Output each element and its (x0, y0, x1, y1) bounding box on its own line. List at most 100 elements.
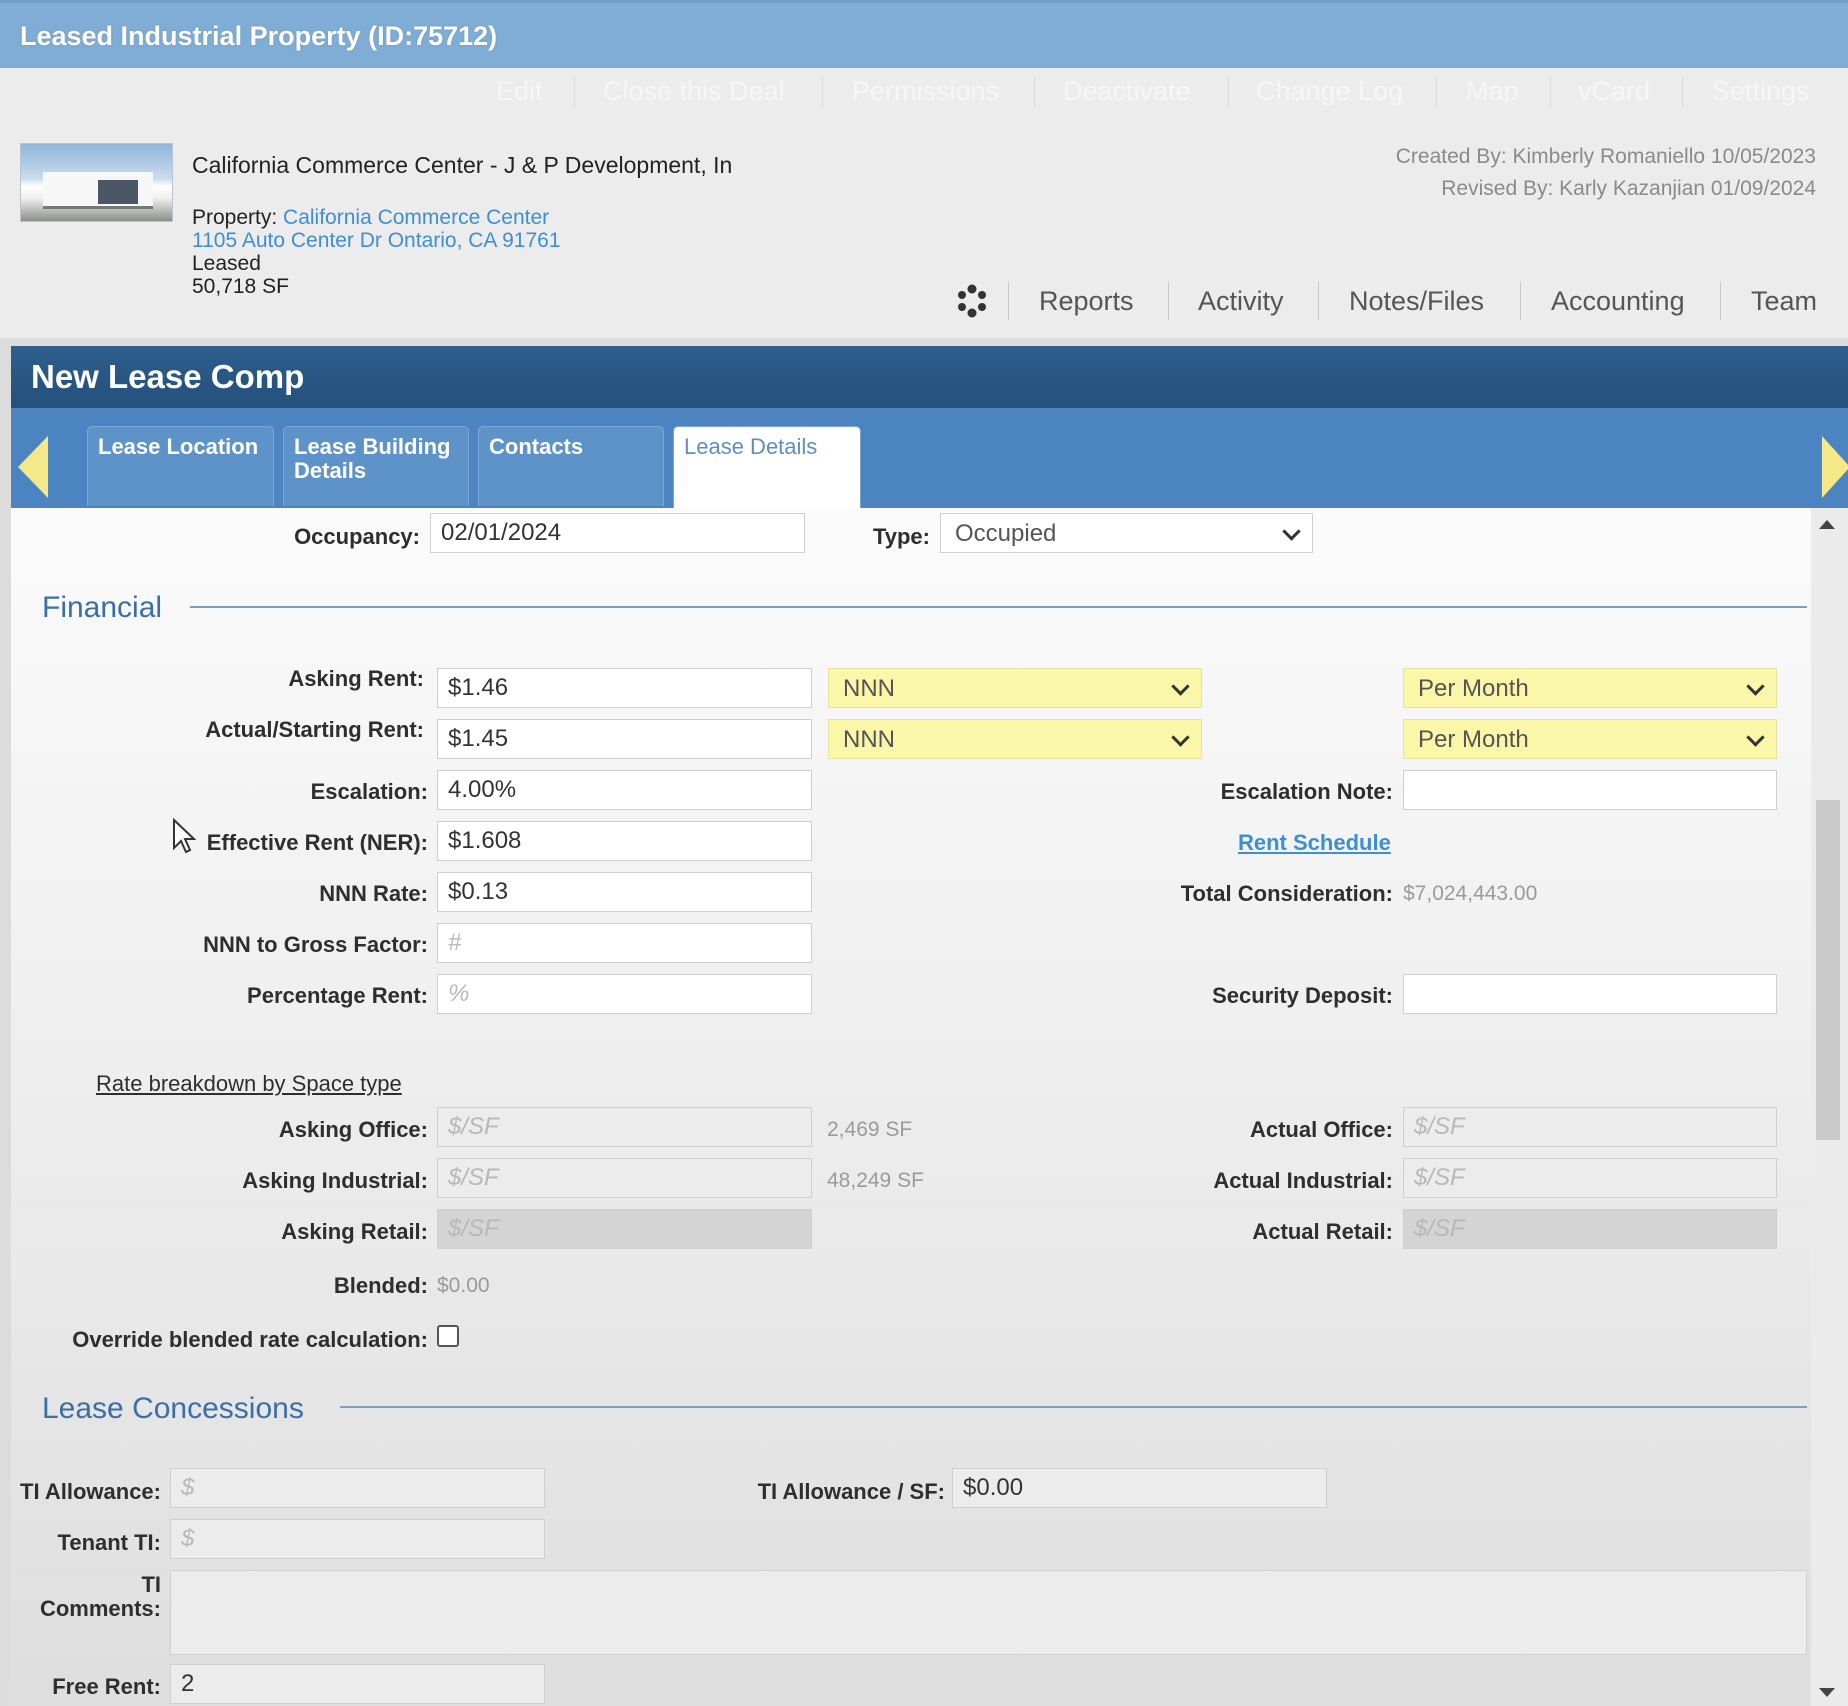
escalation-input[interactable] (437, 770, 812, 810)
created-by: Created By: Kimberly Romaniello 10/05/20… (1395, 145, 1816, 168)
deal-size: 50,718 SF (192, 275, 289, 298)
free-rent-label: Free Rent: (52, 1674, 161, 1699)
asking-industrial-input[interactable] (437, 1158, 812, 1198)
security-deposit-input[interactable] (1403, 974, 1777, 1014)
type-select[interactable]: Occupied (940, 513, 1313, 553)
nav-accounting[interactable]: Accounting (1551, 286, 1685, 317)
nnn-rate-label: NNN Rate: (319, 881, 428, 906)
scrollbar-thumb[interactable] (1816, 800, 1840, 1140)
occupancy-date-input[interactable] (430, 513, 805, 553)
escalation-note-input[interactable] (1403, 770, 1777, 810)
chevron-down-icon (1171, 728, 1190, 747)
actual-retail-input[interactable] (1403, 1209, 1777, 1249)
address-link[interactable]: 1105 Auto Center Dr Ontario, CA 91761 (192, 229, 561, 253)
menu-vcard[interactable]: vCard (1578, 76, 1650, 107)
actual-rent-type-value: NNN (843, 726, 895, 753)
asking-office-input[interactable] (437, 1107, 812, 1147)
override-blended-checkbox[interactable] (437, 1325, 459, 1347)
tab-lease-building-details[interactable]: Lease Building Details (283, 426, 469, 506)
tab-contacts[interactable]: Contacts (478, 426, 664, 506)
tab-lease-details[interactable]: Lease Details (673, 426, 861, 508)
percentage-rent-label: Percentage Rent: (247, 983, 428, 1008)
actual-rent-period-select[interactable]: Per Month (1403, 719, 1777, 759)
chevron-down-icon (1746, 728, 1765, 747)
property-link[interactable]: California Commerce Center (283, 206, 549, 229)
ti-allowance-label: TI Allowance: (20, 1479, 161, 1504)
total-consideration-value: $7,024,443.00 (1403, 882, 1538, 905)
actual-rent-input[interactable] (437, 719, 812, 759)
section-divider (340, 1406, 1807, 1408)
tenant-ti-input[interactable] (170, 1519, 545, 1559)
scroll-up-icon[interactable] (1819, 520, 1835, 529)
menu-edit[interactable]: Edit (496, 76, 543, 107)
asking-office-label: Asking Office: (278, 1117, 428, 1142)
menu-deactivate[interactable]: Deactivate (1063, 76, 1191, 107)
menu-separator (1436, 76, 1437, 108)
menu-settings[interactable]: Settings (1712, 76, 1810, 107)
asking-rent-period-value: Per Month (1418, 675, 1529, 702)
actual-retail-label: Actual Retail: (1252, 1219, 1393, 1244)
deal-name: California Commerce Center - J & P Devel… (192, 152, 733, 178)
asking-rent-label: Asking Rent: (288, 666, 424, 691)
menu-map[interactable]: Map (1466, 76, 1519, 107)
nnn-gross-factor-input[interactable] (437, 923, 812, 963)
menu-permissions[interactable]: Permissions (852, 76, 999, 107)
chevron-down-icon (1746, 677, 1765, 696)
total-consideration-label: Total Consideration: (1180, 881, 1393, 906)
override-blended-label: Override blended rate calculation: (72, 1327, 428, 1352)
dialog-header: New Lease Comp (11, 346, 1848, 408)
asking-retail-input[interactable] (437, 1209, 812, 1249)
nav-team[interactable]: Team (1751, 286, 1817, 317)
actual-industrial-label: Actual Industrial: (1213, 1168, 1393, 1193)
property-label: Property: (192, 206, 278, 229)
ti-comments-label-line2: Comments: (39, 1596, 161, 1621)
actual-rent-period-value: Per Month (1418, 726, 1529, 753)
asking-rent-period-select[interactable]: Per Month (1403, 668, 1777, 708)
tenant-ti-label: Tenant TI: (57, 1530, 161, 1555)
ti-allowance-sf-label: TI Allowance / SF: (757, 1479, 945, 1504)
free-rent-input[interactable] (170, 1664, 545, 1704)
menu-change-log[interactable]: Change Log (1256, 76, 1403, 107)
section-divider (190, 606, 1807, 608)
rate-breakdown-link[interactable]: Rate breakdown by Space type (96, 1071, 402, 1097)
asking-industrial-label: Asking Industrial: (242, 1168, 428, 1193)
revised-by: Revised By: Karly Kazanjian 01/09/2024 (1441, 177, 1816, 200)
actual-rent-type-select[interactable]: NNN (828, 719, 1202, 759)
dialog-title: New Lease Comp (31, 358, 305, 395)
nnn-gross-factor-label: NNN to Gross Factor: (203, 932, 428, 957)
property-thumbnail[interactable] (20, 143, 173, 222)
actual-rent-label: Actual/Starting Rent: (205, 717, 424, 742)
nav-activity[interactable]: Activity (1198, 286, 1284, 317)
nav-separator (1520, 282, 1521, 320)
action-menu: Edit Close this Deal Permissions Deactiv… (0, 68, 1848, 116)
tab-next-arrow-icon[interactable] (1822, 436, 1848, 498)
asking-rent-input[interactable] (437, 668, 812, 708)
effective-rent-input[interactable] (437, 821, 812, 861)
nav-separator (1318, 282, 1319, 320)
nav-separator (1720, 282, 1721, 320)
tab-prev-arrow-icon[interactable] (18, 436, 48, 498)
rent-schedule-link[interactable]: Rent Schedule (1238, 830, 1391, 856)
asking-rent-type-select[interactable]: NNN (828, 668, 1202, 708)
occupancy-label: Occupancy: (294, 524, 420, 549)
tab-lease-location[interactable]: Lease Location (87, 426, 274, 506)
nav-notes-files[interactable]: Notes/Files (1349, 286, 1484, 317)
actual-industrial-input[interactable] (1403, 1158, 1777, 1198)
percentage-rent-input[interactable] (437, 974, 812, 1014)
ti-allowance-sf-input[interactable] (952, 1468, 1327, 1508)
scroll-down-icon[interactable] (1819, 1688, 1835, 1697)
menu-separator (574, 76, 575, 108)
nav-separator (1008, 282, 1009, 320)
menu-close-deal[interactable]: Close this Deal (603, 76, 785, 107)
nav-reports[interactable]: Reports (1039, 286, 1134, 317)
actual-office-input[interactable] (1403, 1107, 1777, 1147)
ti-allowance-input[interactable] (170, 1468, 545, 1508)
chevron-down-icon (1282, 522, 1301, 541)
window-titlebar: Leased Industrial Property (ID:75712) (0, 0, 1848, 68)
nnn-rate-input[interactable] (437, 872, 812, 912)
menu-separator (1550, 76, 1551, 108)
ti-comments-textarea[interactable] (170, 1570, 1807, 1655)
office-sf-value: 2,469 SF (827, 1118, 913, 1141)
blended-label: Blended: (333, 1273, 428, 1298)
lease-concessions-section-title: Lease Concessions (42, 1392, 304, 1425)
